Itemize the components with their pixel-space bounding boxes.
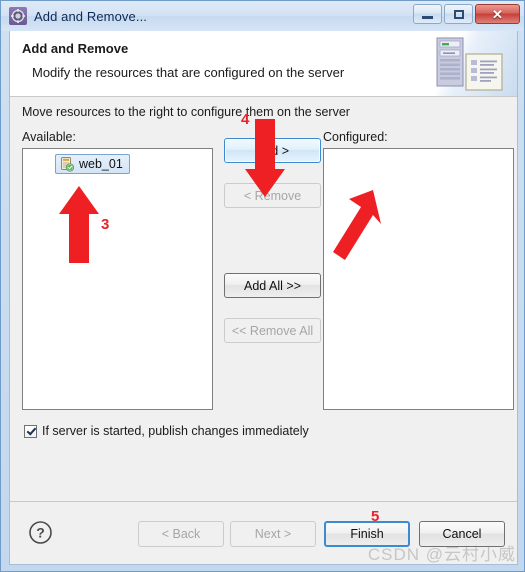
annotation-number-5: 5	[371, 508, 380, 525]
minimize-button[interactable]	[413, 4, 442, 24]
next-button-label: Next >	[254, 527, 292, 541]
window-title: Add and Remove...	[34, 8, 147, 24]
remove-all-button[interactable]: << Remove All	[224, 318, 321, 343]
gear-icon	[9, 7, 27, 25]
add-button[interactable]: Add >	[224, 138, 321, 163]
configured-list[interactable]	[323, 148, 514, 410]
server-and-document-icon	[436, 37, 503, 91]
minimize-icon	[422, 15, 433, 19]
title-bar: Add and Remove... ✕	[1, 1, 524, 31]
annotation-number-3: 3	[101, 216, 110, 233]
close-icon: ✕	[492, 6, 503, 22]
watermark: CSDN @云村小威	[367, 545, 516, 564]
dialog-body: Move resources to the right to configure…	[10, 97, 517, 501]
remove-all-button-label: << Remove All	[231, 323, 314, 338]
add-and-remove-dialog: Add and Remove... ✕ Add and Remove Modif…	[0, 0, 525, 572]
remove-button[interactable]: < Remove	[224, 183, 321, 208]
remove-button-label: < Remove	[243, 188, 302, 203]
configured-label: Configured:	[323, 130, 388, 144]
web-module-icon	[61, 157, 74, 172]
list-item-label: web_01	[79, 157, 123, 171]
publish-immediately-checkbox[interactable]	[24, 424, 37, 438]
publish-immediately-label: If server is started, publish changes im…	[42, 424, 309, 438]
window-controls: ✕	[413, 4, 520, 24]
close-button[interactable]: ✕	[475, 4, 520, 24]
back-button[interactable]: < Back	[138, 521, 224, 547]
available-list[interactable]: web_01	[22, 148, 213, 410]
help-question-icon[interactable]: ?	[28, 520, 53, 545]
cancel-button-label: Cancel	[442, 527, 482, 541]
banner-title: Add and Remove	[22, 41, 129, 56]
svg-text:?: ?	[36, 525, 45, 541]
add-all-button[interactable]: Add All >>	[224, 273, 321, 298]
list-item[interactable]: web_01	[55, 154, 130, 174]
available-label: Available:	[22, 130, 76, 144]
dialog-client-area: Add and Remove Modify the resources that…	[9, 31, 518, 565]
next-button[interactable]: Next >	[230, 521, 316, 547]
publish-immediately-row[interactable]: If server is started, publish changes im…	[24, 424, 309, 438]
add-button-label: Add >	[255, 143, 289, 158]
finish-button-label: Finish	[350, 527, 384, 541]
instruction-text: Move resources to the right to configure…	[22, 105, 350, 119]
banner-subtitle: Modify the resources that are configured…	[32, 65, 345, 80]
back-button-label: < Back	[161, 527, 201, 541]
add-all-button-label: Add All >>	[244, 278, 301, 293]
annotation-number-4: 4	[241, 111, 250, 128]
maximize-icon	[453, 9, 464, 19]
wizard-banner: Add and Remove Modify the resources that…	[10, 31, 517, 97]
maximize-button[interactable]	[444, 4, 473, 24]
